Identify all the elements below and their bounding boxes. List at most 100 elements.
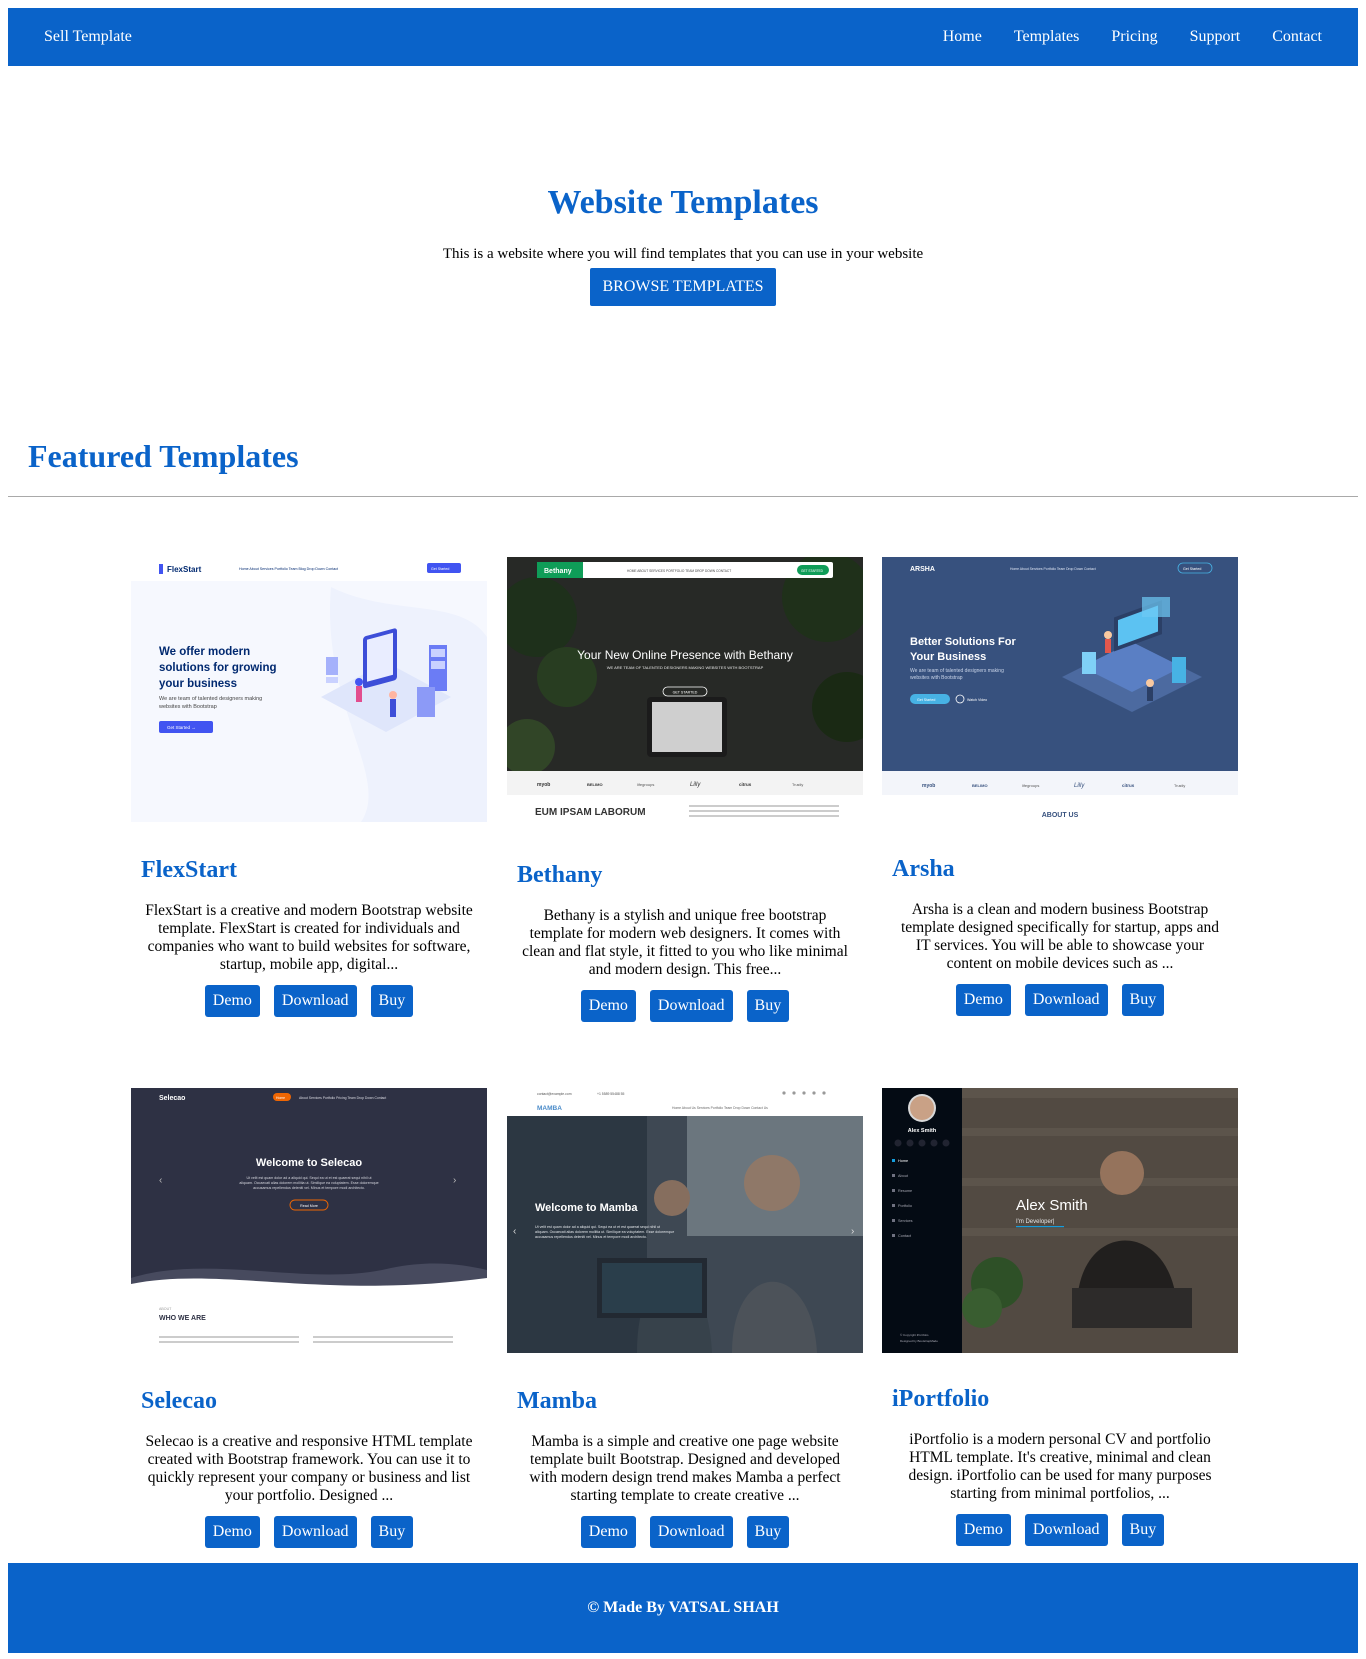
preview-headline-2: solutions for growing: [159, 662, 277, 674]
preview-headline-1: Better Solutions For: [910, 636, 1016, 648]
client-logo: citrus: [739, 782, 752, 787]
preview-sub-1: Ut velit est quam dolor ad a aliquid qui…: [246, 1176, 371, 1180]
preview-button: GET STARTED: [673, 691, 698, 695]
client-logo: Lilly: [1074, 783, 1085, 789]
client-logo: Trustly: [792, 783, 803, 787]
demo-button[interactable]: Demo: [204, 985, 260, 1017]
nav-link-pricing[interactable]: Pricing: [1111, 8, 1157, 66]
template-preview-mamba[interactable]: contact@example.com +1 5589 55488 55 MAM…: [507, 1088, 863, 1353]
preview-button: Get Started: [917, 698, 935, 702]
template-description: iPortfolio is a modern personal CV and p…: [908, 1431, 1212, 1502]
demo-button[interactable]: Demo: [955, 1514, 1011, 1546]
preview-headline-3: your business: [159, 678, 237, 690]
preview-logo: Selecao: [159, 1095, 185, 1102]
download-button[interactable]: Download: [649, 990, 733, 1022]
preview-sub: I'm Developer|: [1016, 1219, 1055, 1225]
nav-link-templates[interactable]: Templates: [1014, 8, 1080, 66]
preview-logo: Bethany: [544, 568, 572, 575]
client-logo: Lilly: [690, 782, 701, 788]
nav-link-home[interactable]: Home: [943, 8, 982, 66]
preview-button: Get Started →: [167, 725, 196, 730]
preview-headline-2: Your Business: [910, 651, 986, 663]
preview-headline-1: We offer modern: [159, 646, 250, 658]
preview-menu-item: Contact: [898, 1234, 912, 1238]
hero-title: Website Templates: [547, 184, 819, 221]
template-card-selecao: Selecao Home About Services Portfolio Pr…: [131, 1088, 487, 1558]
preview-menu: Home About Us Services Portfolio Team Dr…: [672, 1106, 768, 1110]
preview-video: Watch Video: [967, 698, 987, 702]
demo-button[interactable]: Demo: [580, 1516, 636, 1548]
template-preview-flexstart[interactable]: FlexStart Home About Services Portfolio …: [131, 557, 487, 822]
preview-sub-1: We are team of talented designers making: [910, 668, 1004, 674]
download-button[interactable]: Download: [273, 1516, 357, 1548]
hero-section: Website Templates This is a website wher…: [0, 180, 1366, 306]
demo-button[interactable]: Demo: [580, 990, 636, 1022]
preview-eyebrow: ABOUT: [159, 1307, 172, 1311]
template-preview-arsha[interactable]: ARSHA Home About Services Portfolio Team…: [882, 557, 1238, 822]
preview-headline: Welcome to Mamba: [535, 1202, 638, 1214]
preview-cta: GET STARTED: [801, 569, 824, 573]
template-actions: Demo Download Buy: [131, 1516, 487, 1548]
nav-links: Home Templates Pricing Support Contact: [911, 8, 1322, 66]
template-actions: Demo Download Buy: [507, 1516, 863, 1548]
carousel-prev-icon: ‹: [513, 1226, 516, 1237]
client-logo: citrus: [1122, 783, 1135, 788]
download-button[interactable]: Download: [273, 985, 357, 1017]
preview-sub-3: accusamus repellendus deleniti vel. Minu…: [253, 1186, 365, 1190]
client-logo: BELIMO: [972, 783, 988, 788]
preview-sub-1: Ut velit est quam dolor ad a aliquid qui…: [535, 1225, 660, 1229]
top-navbar: Sell Template Home Templates Pricing Sup…: [8, 8, 1358, 66]
browse-templates-button[interactable]: BROWSE TEMPLATES: [590, 268, 776, 306]
preview-sub: WE ARE TEAM OF TALENTED DESIGNERS MAKING…: [607, 665, 764, 670]
preview-active-tab: Home: [276, 1096, 285, 1100]
buy-button[interactable]: Buy: [370, 985, 414, 1017]
section-divider: [8, 496, 1358, 497]
template-title: Arsha: [892, 856, 955, 882]
preview-menu: Home About Services Portfolio Team Drop …: [1010, 567, 1096, 571]
template-preview-bethany[interactable]: Bethany HOME ABOUT SERVICES PORTFOLIO TE…: [507, 557, 863, 822]
demo-button[interactable]: Demo: [955, 984, 1011, 1016]
preview-phone: +1 5589 55488 55: [597, 1092, 625, 1096]
preview-menu-item: Portfolio: [898, 1204, 912, 1208]
download-button[interactable]: Download: [649, 1516, 733, 1548]
buy-button[interactable]: Buy: [370, 1516, 414, 1548]
template-title: Mamba: [517, 1388, 597, 1414]
template-card-arsha: ARSHA Home About Services Portfolio Team…: [882, 557, 1238, 1027]
preview-credit: Designed by BootstrapMade: [900, 1339, 938, 1343]
preview-menu-item: Services: [898, 1219, 913, 1223]
preview-sub-2: aliquam. Occaecati alias dolorem molliti…: [239, 1181, 378, 1185]
template-preview-iportfolio[interactable]: Alex Smith I'm Developer| Alex Smith Hom…: [882, 1088, 1238, 1353]
preview-menu: About Services Portfolio Pricing Team Dr…: [299, 1096, 386, 1100]
template-description: Selecao is a creative and responsive HTM…: [145, 1433, 473, 1504]
template-description: FlexStart is a creative and modern Boots…: [145, 902, 473, 973]
preview-headline: Welcome to Selecao: [256, 1157, 362, 1169]
nav-link-contact[interactable]: Contact: [1272, 8, 1322, 66]
client-logo: BELIMO: [587, 782, 603, 787]
template-description: Arsha is a clean and modern business Boo…: [900, 901, 1220, 972]
template-description: Mamba is a simple and creative one page …: [529, 1433, 841, 1504]
buy-button[interactable]: Buy: [1121, 1514, 1165, 1546]
template-card-iportfolio: Alex Smith I'm Developer| Alex Smith Hom…: [882, 1088, 1238, 1558]
template-preview-selecao[interactable]: Selecao Home About Services Portfolio Pr…: [131, 1088, 487, 1353]
carousel-next-icon: ›: [851, 1226, 854, 1237]
template-description: Bethany is a stylish and unique free boo…: [522, 907, 848, 978]
download-button[interactable]: Download: [1024, 1514, 1108, 1546]
buy-button[interactable]: Buy: [746, 990, 790, 1022]
buy-button[interactable]: Buy: [1121, 984, 1165, 1016]
template-actions: Demo Download Buy: [507, 990, 863, 1022]
nav-link-support[interactable]: Support: [1190, 8, 1241, 66]
preview-sub-3: accusamus repellendus deleniti vel. Minu…: [535, 1235, 647, 1239]
preview-logo: MAMBA: [537, 1105, 562, 1112]
download-button[interactable]: Download: [1024, 984, 1108, 1016]
preview-email: contact@example.com: [537, 1092, 572, 1096]
preview-menu-item: Resume: [898, 1189, 912, 1193]
footer-text: © Made By VATSAL SHAH: [587, 1599, 779, 1616]
featured-title: Featured Templates: [28, 438, 299, 474]
carousel-next-icon: ›: [453, 1175, 456, 1186]
template-title: iPortfolio: [892, 1386, 990, 1412]
brand-link[interactable]: Sell Template: [44, 8, 132, 66]
demo-button[interactable]: Demo: [204, 1516, 260, 1548]
preview-button: Read More: [300, 1204, 318, 1208]
client-logo: Trustly: [1174, 784, 1185, 788]
buy-button[interactable]: Buy: [746, 1516, 790, 1548]
